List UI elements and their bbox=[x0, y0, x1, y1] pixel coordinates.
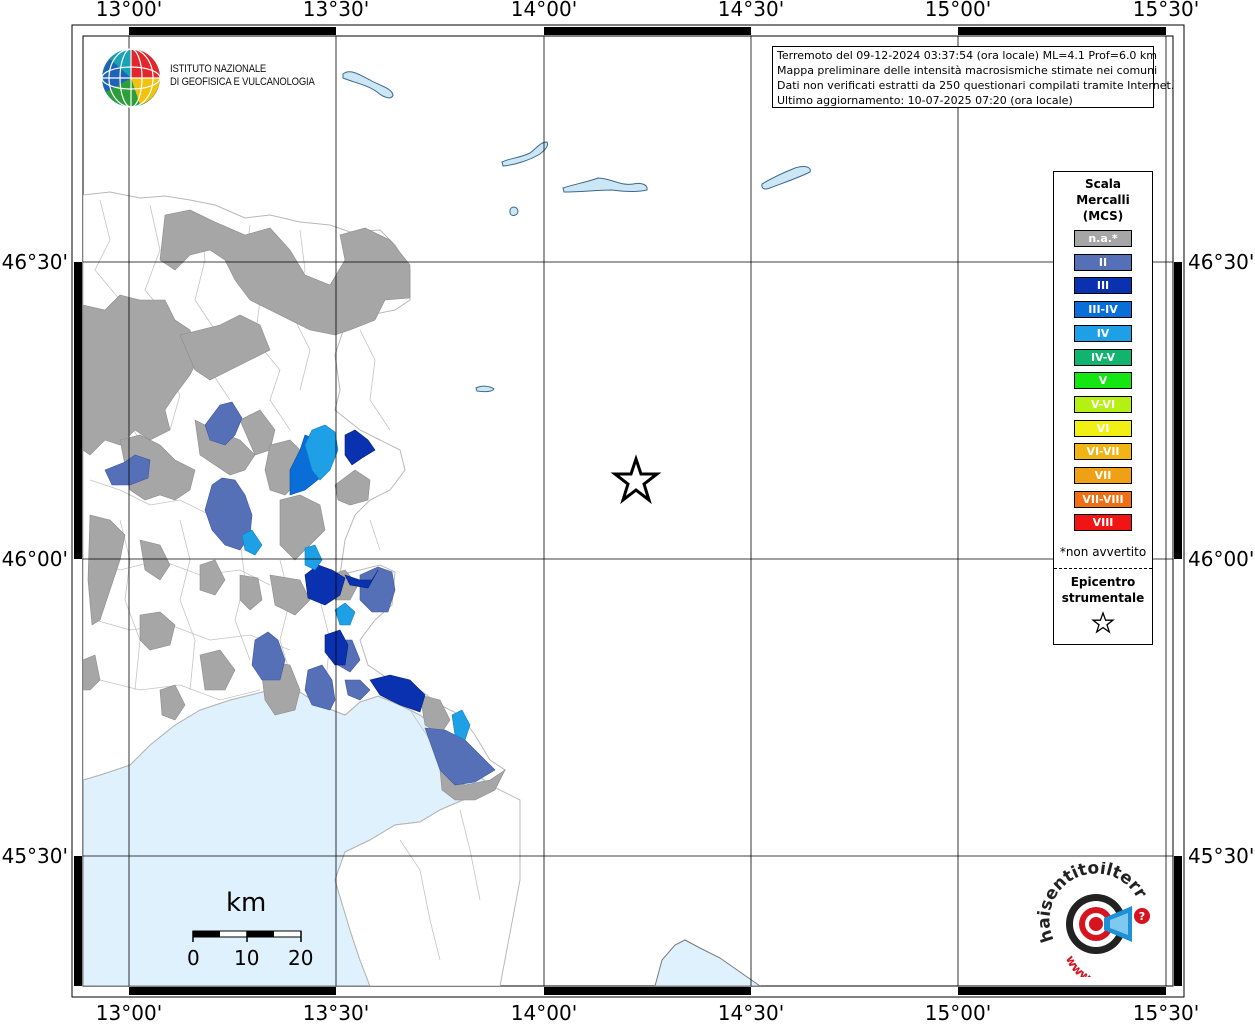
star-outline-icon bbox=[1091, 611, 1115, 634]
lon-label-top: 14°30' bbox=[718, 0, 784, 21]
legend-swatch: V bbox=[1074, 372, 1132, 390]
legend-divider bbox=[1054, 568, 1152, 569]
lat-label-left: 45°30' bbox=[2, 844, 68, 868]
legend-swatch: VI bbox=[1074, 419, 1132, 437]
event-info-line: Ultimo aggiornamento: 10-07-2025 07:20 (… bbox=[777, 94, 1073, 107]
scale-unit: km bbox=[226, 888, 267, 918]
lat-label-right: 45°30' bbox=[1188, 844, 1254, 868]
lon-label-bottom: 13°00' bbox=[96, 1001, 162, 1024]
lon-label-top: 15°00' bbox=[925, 0, 991, 21]
scale-bar-graphic bbox=[192, 930, 302, 942]
lon-label-bottom: 14°30' bbox=[718, 1001, 784, 1024]
lon-label-top: 13°30' bbox=[303, 0, 369, 21]
legend-swatch: IV bbox=[1074, 324, 1132, 342]
scale-tick: 20 bbox=[288, 946, 314, 970]
lon-label-bottom: 15°00' bbox=[925, 1001, 991, 1024]
lat-label-left: 46°30' bbox=[2, 250, 68, 274]
lon-label-top: 13°00' bbox=[96, 0, 162, 21]
scale-bar: km 0 10 20 bbox=[180, 888, 320, 970]
mcs-legend: Scala Mercalli (MCS) n.a.* II III III-IV IV I… bbox=[1053, 171, 1153, 645]
lon-label-bottom: 14°00' bbox=[511, 1001, 577, 1024]
institute-name-line1: ISTITUTO NAZIONALE bbox=[170, 63, 267, 75]
epicenter-legend-line: strumentale bbox=[1061, 591, 1145, 605]
epicenter-legend-line: Epicentro bbox=[1070, 575, 1136, 589]
legend-swatch: III bbox=[1074, 277, 1132, 295]
question-mark-icon: ? bbox=[1139, 910, 1145, 923]
brand-www: www. bbox=[1063, 953, 1096, 977]
haisentito-logo-graphic: ? haisentitoilterremoto.it www. bbox=[1021, 847, 1151, 986]
legend-title-line: Scala bbox=[1084, 177, 1122, 191]
lon-label-bottom: 15°30' bbox=[1133, 1001, 1199, 1024]
lat-label-left: 46°00' bbox=[2, 547, 68, 571]
legend-swatch: V-VI bbox=[1074, 395, 1132, 413]
lat-label-right: 46°00' bbox=[1188, 547, 1254, 571]
legend-title: Scala Mercalli (MCS) bbox=[1054, 176, 1152, 224]
legend-swatch: IV-V bbox=[1074, 348, 1132, 366]
event-info-line: Mappa preliminare delle intensità macros… bbox=[777, 64, 1158, 77]
not-felt-note: *non avvertito bbox=[1059, 545, 1147, 559]
scale-tick: 10 bbox=[234, 946, 260, 970]
legend-swatch: VI-VII bbox=[1074, 443, 1132, 461]
event-info-box: Terremoto del 09-12-2024 03:37:54 (ora l… bbox=[772, 46, 1175, 108]
haisentito-logo[interactable]: ? haisentitoilterremoto.it www. bbox=[1021, 847, 1165, 986]
legend-swatch: VII-VIII bbox=[1074, 490, 1132, 508]
event-info-line: Terremoto del 09-12-2024 03:37:54 (ora l… bbox=[777, 49, 1158, 62]
legend-title-line: Mercalli bbox=[1076, 193, 1130, 207]
legend-title-line: (MCS) bbox=[1082, 209, 1124, 223]
event-info-line: Dati non verificati estratti da 250 ques… bbox=[777, 79, 1175, 92]
legend-swatch: VIII bbox=[1074, 514, 1132, 532]
lat-label-right: 46°30' bbox=[1188, 250, 1254, 274]
lon-label-top: 14°00' bbox=[511, 0, 577, 21]
ingv-logo: ISTITUTO NAZIONALE DI GEOFISICA E VULCAN… bbox=[100, 47, 320, 111]
lon-label-top: 15°30' bbox=[1133, 0, 1199, 21]
lon-label-bottom: 13°30' bbox=[303, 1001, 369, 1024]
legend-swatch: III-IV bbox=[1074, 301, 1132, 319]
institute-name-line2: DI GEOFISICA E VULCANOLOGIA bbox=[170, 76, 315, 88]
legend-swatch: VII bbox=[1074, 467, 1132, 484]
legend-swatch: II bbox=[1074, 253, 1132, 271]
epicenter-legend-label: Epicentro strumentale bbox=[1054, 574, 1152, 606]
globe-icon bbox=[101, 48, 161, 108]
legend-swatch: n.a.* bbox=[1074, 230, 1132, 247]
scale-tick: 0 bbox=[187, 946, 200, 970]
